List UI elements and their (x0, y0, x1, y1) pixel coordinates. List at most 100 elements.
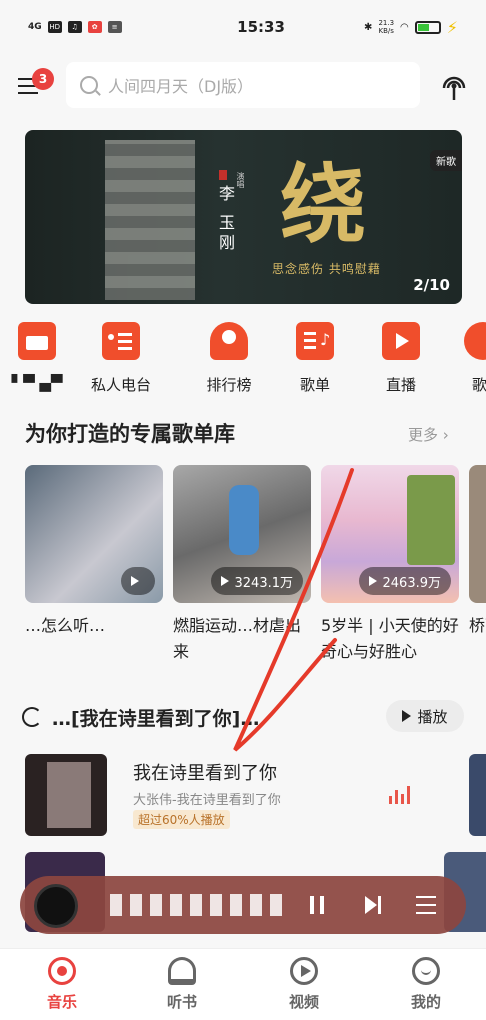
cover-figure (47, 762, 91, 828)
play-icon (220, 576, 229, 586)
category-charts[interactable]: 排行榜 (186, 320, 272, 395)
play-all-button[interactable]: 播放 (386, 700, 464, 732)
music-notification-icon: ♫ (67, 21, 82, 33)
user-icon (464, 322, 486, 360)
playlist-cover: 2463.9万 (321, 465, 459, 603)
app-notification-icon: ✿ (87, 21, 102, 33)
category-singers[interactable]: 歌 (444, 320, 486, 395)
charging-icon: ⚡ (446, 17, 458, 37)
song-title: 我在诗里看到了你 (133, 763, 277, 784)
more-link[interactable]: 更多 › (408, 424, 449, 445)
tab-video[interactable]: 视频 (244, 957, 364, 1012)
category-label: ▘▀ ▄▀ (11, 374, 63, 392)
playlist-card[interactable]: 2463.9万 5岁半 | 小天使的好奇心与好胜心 (321, 465, 459, 665)
net-speed-unit: KB/s (378, 27, 394, 35)
category-live[interactable]: 直播 (358, 320, 444, 395)
battery-icon (414, 20, 441, 34)
playlist-title: 燃脂运动…材虐出来 (173, 616, 302, 661)
playlist-card[interactable]: 3243.1万 燃脂运动…材虐出来 (173, 465, 311, 665)
play-count-value: 3243.1万 (234, 575, 294, 591)
category-label: 直播 (385, 376, 416, 394)
play-count: 2463.9万 (358, 567, 451, 595)
song-artist: 大张伟-我在诗里看到了你 (133, 793, 281, 808)
mini-player[interactable] (20, 876, 466, 934)
hd-badge: HD (47, 21, 62, 33)
net-speed-value: 21.3 (378, 19, 395, 27)
category-row: ▘▀ ▄▀ 私人电台 排行榜 ♪ 歌单 直播 歌 (0, 320, 486, 400)
play-count: 3243.1万 (210, 567, 303, 595)
song-row[interactable]: 我在诗里看到了你 大张伟-我在诗里看到了你 超过60%人播放 (25, 754, 486, 838)
category-daily[interactable]: ▘▀ ▄▀ (0, 320, 80, 392)
cover-figure (229, 485, 259, 555)
playlist-carousel: …怎么听… 3243.1万 燃脂运动…材虐出来 2463.9万 5岁半 | 小天… (25, 465, 486, 675)
cover-plants (407, 475, 455, 565)
playlist-card[interactable]: …怎么听… (25, 465, 163, 665)
category-label: 歌单 (299, 376, 330, 394)
header: 3 人间四月天（DJ版） (0, 62, 486, 110)
bluetooth-icon: ✱ (364, 21, 373, 33)
status-time: 15:33 (237, 18, 285, 36)
menu-badge: 3 (32, 68, 54, 90)
listen-recognize-icon[interactable] (438, 70, 470, 102)
banner-artist-image (105, 140, 195, 300)
tab-audiobooks[interactable]: 听书 (122, 957, 242, 1012)
play-all-label: 播放 (417, 707, 448, 726)
menu-button[interactable]: 3 (18, 68, 54, 98)
play-icon (368, 576, 377, 586)
category-radio[interactable]: 私人电台 (78, 320, 164, 395)
playlist-cover (469, 465, 486, 603)
calendar-icon (18, 322, 56, 360)
refresh-icon[interactable] (22, 707, 42, 727)
headphones-icon (168, 957, 196, 985)
daily-header: …[我在诗里看到了你]… 播放 (22, 700, 464, 734)
new-song-tag: 新歌 (430, 150, 462, 171)
category-playlists[interactable]: ♪ 歌单 (272, 320, 358, 395)
playlist-card[interactable]: 桥下 (469, 465, 486, 665)
play-icon (402, 710, 412, 722)
now-playing-disc (34, 884, 78, 928)
status-right: ✱ 21.3 KB/s ◠ ⚡ (364, 18, 458, 37)
net-speed: 21.3 KB/s (378, 19, 394, 35)
search-placeholder: 人间四月天（DJ版） (108, 77, 254, 96)
pause-button[interactable] (304, 892, 330, 918)
storage-notification-icon: ≡ (107, 21, 122, 33)
tab-label: 我的 (410, 993, 441, 1011)
banner-role: 演唱 (236, 172, 245, 188)
tab-mine[interactable]: 我的 (366, 957, 486, 1012)
tab-music[interactable]: 音乐 (2, 957, 122, 1012)
playlist-icon: ♪ (296, 322, 334, 360)
search-icon (80, 76, 98, 94)
play-count (121, 567, 155, 595)
category-label: 私人电台 (90, 376, 151, 394)
playlist-queue-button[interactable] (414, 892, 440, 918)
banner-song-title: 绕 (280, 154, 366, 255)
daily-title: …[我在诗里看到了你]… (52, 708, 260, 730)
banner-carousel[interactable]: 李 玉刚 演唱 绕 思念感伤 共鸣慰藉 新歌 2/10 (25, 130, 462, 304)
banner-pager: 2/10 (413, 276, 450, 294)
tab-label: 音乐 (46, 993, 77, 1011)
wifi-icon: ◠ (400, 21, 409, 33)
playlist-title: 5岁半 | 小天使的好奇心与好胜心 (321, 616, 459, 661)
playlist-title: …怎么听… (25, 616, 106, 635)
next-button[interactable] (360, 892, 386, 918)
search-input[interactable]: 人间四月天（DJ版） (66, 62, 420, 108)
section-title: 为你打造的专属歌单库 (25, 422, 235, 446)
video-icon (382, 322, 420, 360)
category-label: 歌 (472, 376, 486, 394)
status-bar: 4G HD ♫ ✿ ≡ 15:33 ✱ 21.3 KB/s ◠ ⚡ (0, 0, 486, 54)
signal-label: 4G (28, 22, 42, 32)
popularity-tag: 超过60%人播放 (133, 810, 230, 829)
playing-equalizer-icon (389, 784, 411, 804)
bottom-nav: 音乐 听书 视频 我的 (0, 948, 486, 1020)
music-icon (48, 957, 76, 985)
chevron-right-icon: › (442, 426, 449, 444)
category-label: 排行榜 (206, 376, 252, 394)
tab-label: 听书 (166, 993, 197, 1011)
play-count-value: 2463.9万 (382, 575, 442, 591)
radio-icon (102, 322, 140, 360)
menu-icon-bar (18, 92, 38, 94)
app-screen: 4G HD ♫ ✿ ≡ 15:33 ✱ 21.3 KB/s ◠ ⚡ 3 人间四月天… (0, 0, 486, 1020)
playlist-cover (25, 465, 163, 603)
tab-label: 视频 (288, 993, 319, 1011)
play-icon (131, 576, 139, 586)
